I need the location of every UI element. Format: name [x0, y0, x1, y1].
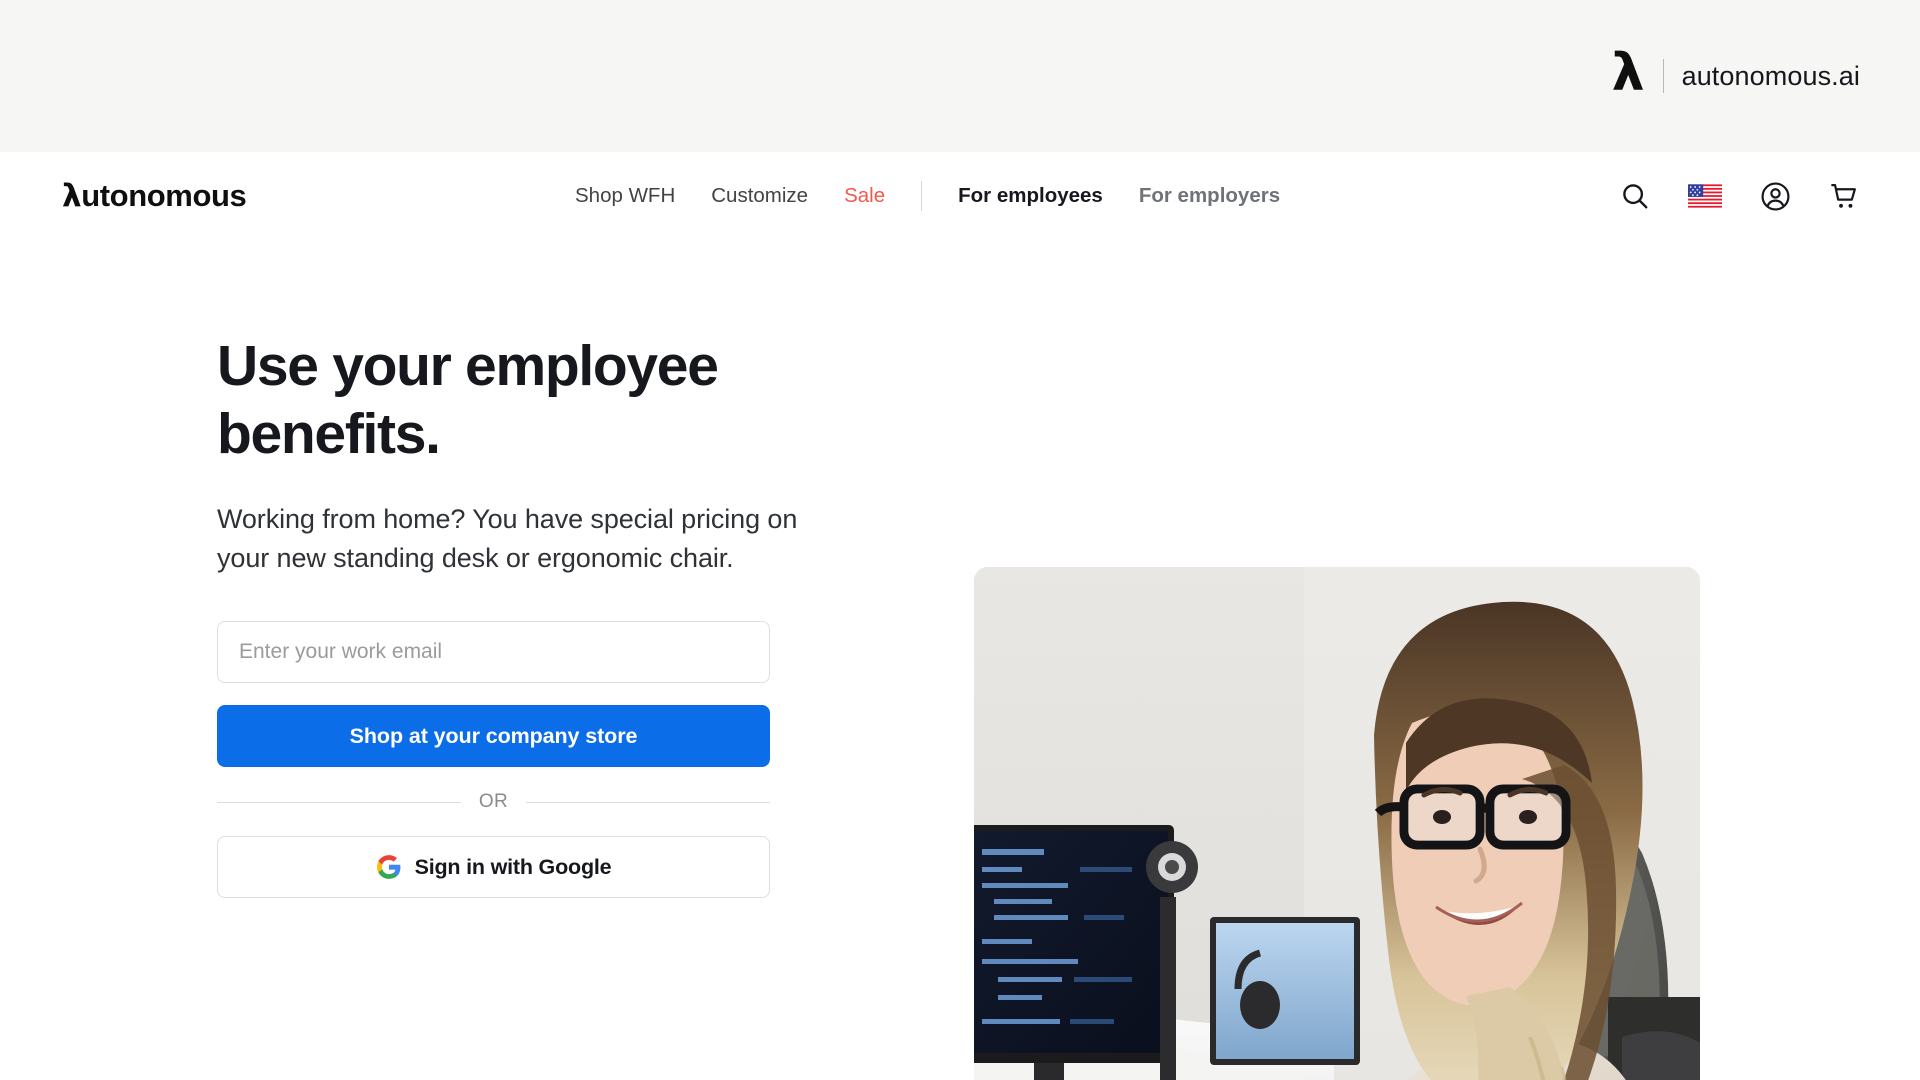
- shop-company-store-button[interactable]: Shop at your company store: [217, 705, 770, 768]
- or-divider-line-left: [217, 801, 461, 803]
- or-divider: OR: [217, 791, 770, 813]
- hero-image-container: [974, 567, 1700, 1080]
- logo-lambda-icon: λ: [62, 178, 82, 214]
- nav-item-customize[interactable]: Customize: [711, 178, 808, 214]
- nav-item-for-employers[interactable]: For employers: [1139, 178, 1280, 214]
- hero-photo: [974, 567, 1700, 1080]
- site-logo[interactable]: λutonomous: [62, 178, 247, 214]
- nav-icon-group: [1620, 181, 1860, 212]
- or-divider-line-right: [526, 801, 770, 803]
- sign-in-with-google-button[interactable]: Sign in with Google: [217, 836, 770, 899]
- nav-item-shop-wfh[interactable]: Shop WFH: [575, 178, 675, 214]
- topbar-brand[interactable]: λ autonomous.ai: [1611, 43, 1860, 103]
- nav-item-sale[interactable]: Sale: [844, 178, 885, 214]
- main-navbar: λutonomous Shop WFH Customize Sale For e…: [0, 152, 1920, 240]
- topbar-divider: [1662, 59, 1664, 93]
- page-title: Use your employee benefits.: [217, 334, 719, 467]
- signup-form: Shop at your company store OR Sign in wi…: [217, 621, 770, 899]
- work-email-input[interactable]: [217, 621, 770, 684]
- nav-links: Shop WFH Customize Sale For employees Fo…: [575, 178, 1316, 214]
- hero-subtitle: Working from home? You have special pric…: [217, 503, 798, 573]
- google-button-label: Sign in with Google: [414, 854, 612, 879]
- hero-section: Use your employee benefits. Working from…: [0, 240, 1920, 1080]
- google-g-icon: [376, 854, 402, 880]
- hero-photo-illustration: [974, 567, 1700, 1080]
- cart-icon[interactable]: [1829, 181, 1860, 212]
- nav-group-divider: [921, 181, 923, 211]
- logo-text: utonomous: [81, 178, 247, 213]
- search-icon[interactable]: [1620, 181, 1650, 211]
- or-divider-label: OR: [478, 791, 509, 813]
- account-icon[interactable]: [1760, 181, 1791, 212]
- nav-item-for-employees[interactable]: For employees: [958, 178, 1103, 214]
- us-flag-icon[interactable]: [1688, 184, 1722, 208]
- hero-content: Use your employee benefits. Working from…: [60, 240, 860, 1080]
- lambda-logo-icon: λ: [1611, 43, 1645, 103]
- top-utility-bar: λ autonomous.ai: [0, 0, 1920, 152]
- topbar-domain-label: autonomous.ai: [1681, 60, 1860, 91]
